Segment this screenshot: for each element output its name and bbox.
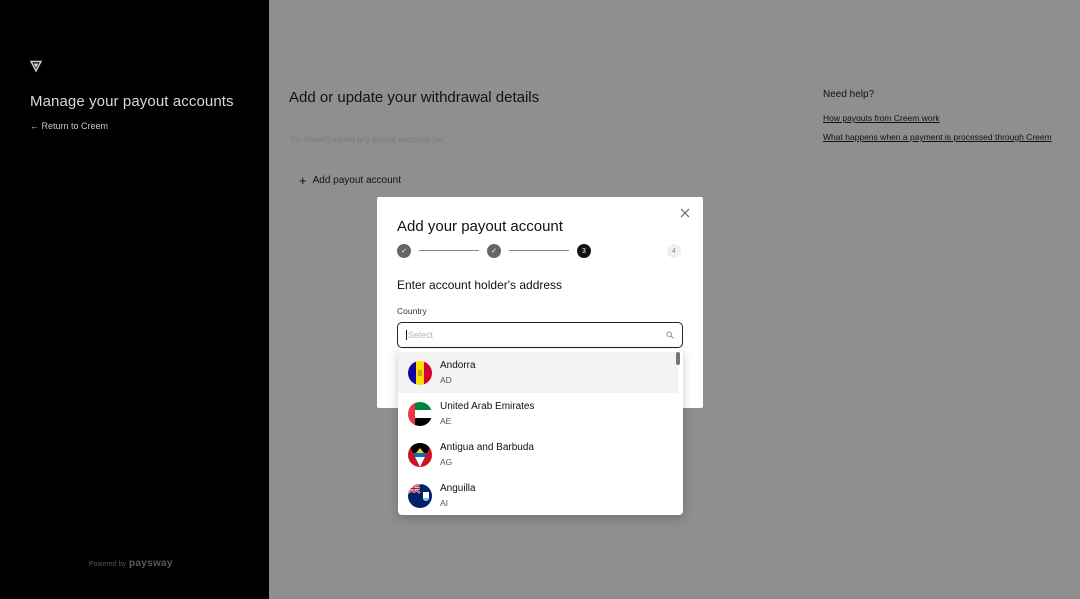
modal-title: Add your payout account xyxy=(397,218,563,235)
country-option-antigua[interactable]: Antigua and Barbuda AG xyxy=(398,434,678,475)
step-connector xyxy=(419,250,479,251)
help-link-payment-processed[interactable]: What happens when a payment is processed… xyxy=(823,131,1063,144)
country-code: AD xyxy=(440,375,452,385)
country-search-input[interactable] xyxy=(406,330,666,340)
add-payout-account-label: Add payout account xyxy=(312,175,401,186)
country-select[interactable] xyxy=(397,322,683,348)
step-connector xyxy=(509,250,569,251)
country-name: Antigua and Barbuda xyxy=(440,442,534,453)
help-panel: Need help? How payouts from Creem work W… xyxy=(823,89,1063,150)
country-name: Anguilla xyxy=(440,483,476,494)
antigua-flag-icon xyxy=(408,442,432,467)
country-name: Andorra xyxy=(440,360,476,371)
uae-flag-icon xyxy=(408,401,432,426)
country-code: AG xyxy=(440,457,453,467)
sidebar: Manage your payout accounts ← Return to … xyxy=(0,0,269,599)
creem-logo-icon xyxy=(30,60,42,72)
paysway-logo: paysway xyxy=(128,558,173,569)
country-label: Country xyxy=(397,306,427,316)
anguilla-flag-icon xyxy=(408,483,432,508)
step-3-active: 3 xyxy=(577,244,591,258)
andorra-flag-icon xyxy=(408,360,432,385)
country-option-anguilla[interactable]: Anguilla AI xyxy=(398,475,678,515)
country-code: AI xyxy=(440,498,449,508)
close-icon[interactable] xyxy=(679,207,691,219)
sidebar-title: Manage your payout accounts xyxy=(30,93,234,110)
step-1-complete-icon: ✓ xyxy=(397,244,411,258)
country-option-andorra[interactable]: Andorra AD xyxy=(398,352,678,393)
step-4-pending: 4 xyxy=(667,244,681,258)
country-option-uae[interactable]: United Arab Emirates AE xyxy=(398,393,678,434)
add-payout-account-button[interactable]: + Add payout account xyxy=(299,172,401,188)
search-icon xyxy=(666,331,674,339)
return-to-creem-link[interactable]: ← Return to Creem xyxy=(30,121,108,131)
country-dropdown-list[interactable]: Andorra AD United Arab Emirates AE Antig… xyxy=(398,349,683,515)
help-title: Need help? xyxy=(823,89,875,100)
plus-icon: + xyxy=(299,172,307,188)
powered-by: Powered by paysway xyxy=(89,558,173,569)
country-name: United Arab Emirates xyxy=(440,401,535,412)
help-link-how-payouts[interactable]: How payouts from Creem work xyxy=(823,112,1063,125)
dropdown-scrollbar[interactable] xyxy=(676,352,680,365)
country-code: AE xyxy=(440,416,452,426)
powered-by-label: Powered by xyxy=(89,561,126,568)
section-title: Enter account holder's address xyxy=(397,278,563,292)
empty-state-text: You haven't added any payout accounts ye… xyxy=(289,135,444,144)
page-title: Add or update your withdrawal details xyxy=(289,89,540,106)
stepper: ✓ ✓ 3 4 xyxy=(397,243,683,259)
step-2-complete-icon: ✓ xyxy=(487,244,501,258)
